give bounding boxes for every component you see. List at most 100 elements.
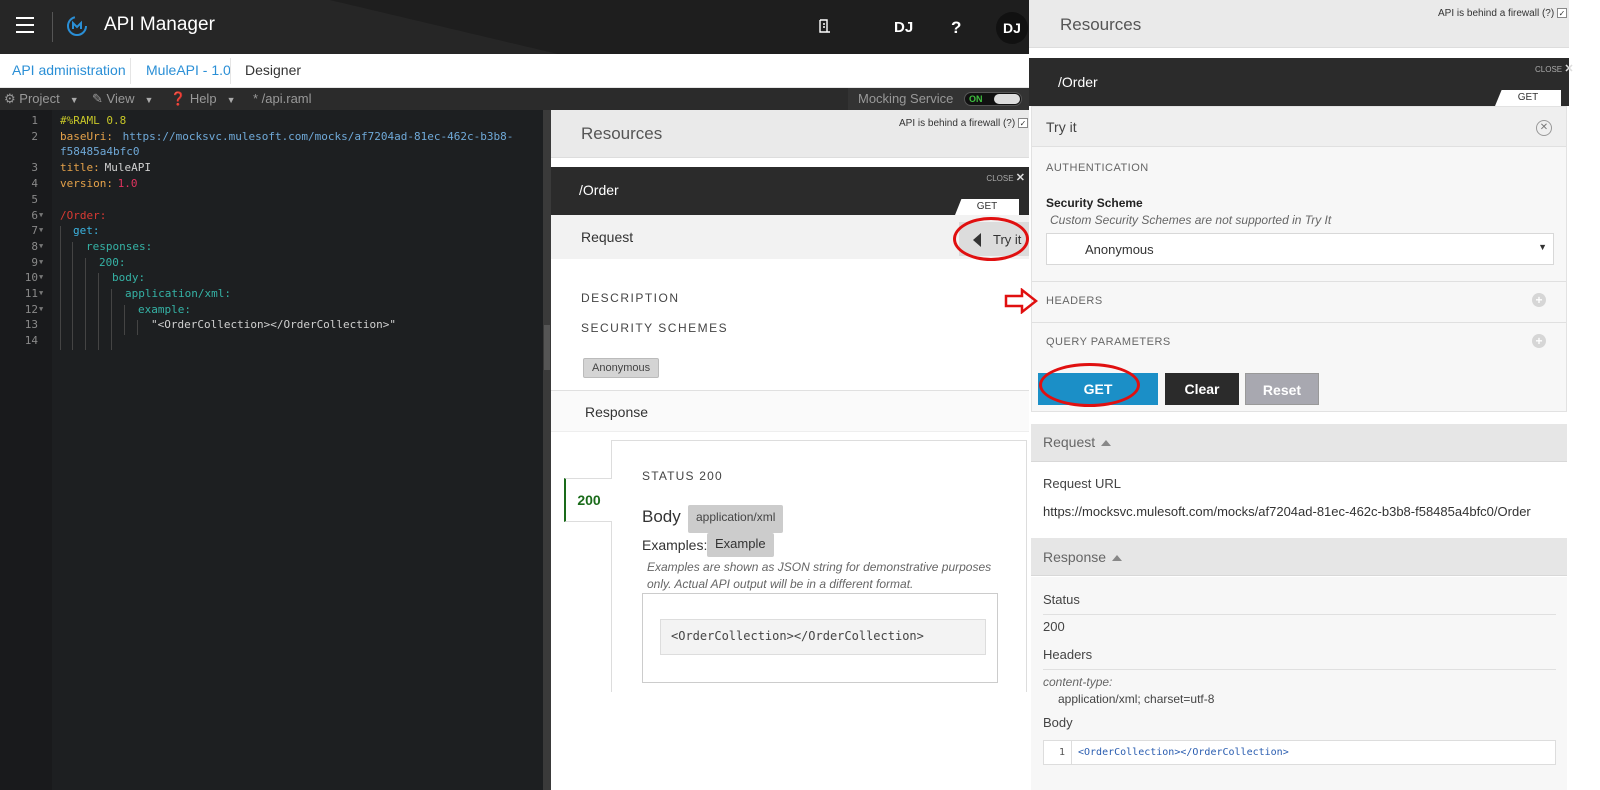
body-type-badge[interactable]: application/xml: [688, 505, 784, 533]
close-icon[interactable]: ✕: [1536, 120, 1552, 136]
code-key: title:: [60, 161, 100, 174]
close-label: CLOSE: [1535, 65, 1563, 74]
code-key: version:: [60, 177, 113, 190]
code-value: f58485a4bfc0: [60, 145, 140, 158]
resources-title: Resources: [1060, 15, 1142, 34]
close-icon: ✕: [1564, 63, 1574, 75]
avatar[interactable]: DJ: [996, 12, 1028, 44]
user-initials[interactable]: DJ: [894, 19, 913, 36]
response-result-heading[interactable]: Response: [1043, 549, 1123, 565]
line-number: 7: [31, 224, 38, 237]
line-number: 12: [24, 303, 38, 316]
try-it-header: Try it ✕: [1032, 107, 1566, 147]
firewall-checkbox[interactable]: ✓: [1556, 8, 1567, 19]
indent-guide: [98, 273, 99, 350]
fold-marker-icon[interactable]: ▼: [39, 305, 43, 313]
security-scheme-select[interactable]: Anonymous ▼: [1046, 233, 1554, 265]
gear-icon: ⚙: [4, 91, 16, 106]
top-bar-accent: [329, 0, 1029, 54]
breadcrumb: API administration MuleAPI - 1.0 Designe…: [0, 54, 1029, 88]
help-menu[interactable]: ❓ Help ▼: [170, 91, 235, 107]
fold-marker-icon[interactable]: ▼: [39, 211, 43, 219]
indent-guide: [137, 320, 138, 335]
reset-button[interactable]: Reset: [1245, 373, 1319, 405]
line-number: 2: [31, 130, 38, 143]
notifications-icon[interactable]: [818, 18, 832, 34]
content-type-value: application/xml; charset=utf-8: [1058, 692, 1215, 706]
security-scheme-badge: Anonymous: [583, 358, 660, 378]
code-value: 1.0: [111, 177, 138, 190]
examples-label: Examples:: [642, 537, 708, 553]
firewall-checkbox[interactable]: ✓: [1017, 118, 1028, 129]
close-icon: ✕: [1015, 172, 1025, 184]
view-menu-label: View: [106, 91, 135, 106]
breadcrumb-api-administration[interactable]: API administration: [12, 62, 126, 78]
code-editor[interactable]: 1 2 3 4 5 6 7 8 9 10 11 12 13 14 ▼ ▼ ▼ ▼…: [0, 110, 543, 790]
authentication-heading: AUTHENTICATION: [1046, 162, 1149, 174]
indent-guide: [124, 305, 125, 335]
close-resource-button[interactable]: CLOSE ✕: [1535, 62, 1574, 75]
divider: [1032, 281, 1566, 282]
line-number: 8: [31, 240, 38, 253]
clear-button[interactable]: Clear: [1165, 373, 1239, 405]
code-line: application/xml:: [125, 287, 231, 300]
fold-marker-icon[interactable]: ▼: [39, 273, 43, 281]
headers-heading[interactable]: HEADERS: [1046, 295, 1103, 307]
splitter-handle[interactable]: [544, 325, 550, 370]
resource-header[interactable]: /Order CLOSE ✕ GET: [551, 167, 1029, 215]
status-value: 200: [1043, 619, 1065, 634]
hamburger-icon[interactable]: [16, 17, 34, 35]
add-query-parameter-icon[interactable]: +: [1532, 334, 1546, 348]
toggle-state: ON: [969, 94, 983, 104]
line-number: 11: [24, 287, 38, 300]
fold-marker-icon[interactable]: ▼: [39, 242, 43, 250]
response-body-code[interactable]: 1 <OrderCollection></OrderCollection>: [1043, 740, 1556, 765]
code-value: MuleAPI: [98, 161, 151, 174]
fold-marker-icon[interactable]: ▼: [39, 289, 43, 297]
fold-marker-icon[interactable]: ▼: [39, 258, 43, 266]
breadcrumb-muleapi[interactable]: MuleAPI - 1.0: [146, 62, 231, 78]
response-section: Response: [551, 390, 1029, 432]
triangle-left-icon: [973, 233, 981, 247]
close-resource-button[interactable]: CLOSE ✕: [986, 171, 1025, 184]
security-schemes-heading: SECURITY SCHEMES: [581, 321, 729, 335]
resource-title: /Order: [1058, 74, 1098, 90]
file-tab[interactable]: * /api.raml: [253, 91, 312, 106]
close-label: CLOSE: [986, 174, 1014, 183]
resource-header[interactable]: [1029, 58, 1569, 106]
security-scheme-label: Security Scheme: [1046, 196, 1143, 210]
method-tab-get[interactable]: GET: [1495, 90, 1561, 106]
line-number: 14: [24, 334, 38, 347]
panel-splitter[interactable]: [543, 110, 551, 790]
query-parameters-heading[interactable]: QUERY PARAMETERS: [1046, 336, 1171, 348]
response-result-label: Response: [1043, 549, 1107, 565]
firewall-help[interactable]: (?): [1003, 118, 1015, 129]
add-header-icon[interactable]: +: [1532, 293, 1546, 307]
request-result-label: Request: [1043, 434, 1096, 450]
mocking-service-toggle[interactable]: ON: [964, 92, 1022, 106]
breadcrumb-separator: [130, 58, 131, 84]
try-it-panel: Try it ✕ AUTHENTICATION Security Scheme …: [1031, 106, 1567, 412]
help-icon[interactable]: ?: [951, 18, 961, 38]
method-tab-get[interactable]: GET: [955, 199, 1019, 215]
help-circle-icon: ❓: [170, 91, 187, 106]
security-scheme-value: Anonymous: [1085, 242, 1154, 257]
mulesoft-logo-icon: [67, 16, 87, 36]
caret-down-icon: ▼: [1538, 242, 1547, 252]
try-it-button[interactable]: Try it: [959, 222, 1029, 256]
status-label: Status: [1043, 592, 1080, 607]
project-menu[interactable]: ⚙ Project ▼: [4, 91, 79, 107]
request-result-heading[interactable]: Request: [1043, 434, 1112, 450]
resources-title: Resources: [581, 124, 663, 143]
collapse-icon: [1112, 555, 1123, 562]
try-it-title: Try it: [1046, 119, 1077, 135]
indent-guide: [72, 242, 73, 350]
example-badge[interactable]: Example: [707, 533, 774, 557]
get-button[interactable]: GET: [1038, 373, 1158, 405]
fold-marker-icon[interactable]: ▼: [39, 226, 43, 234]
request-result-header[interactable]: [1031, 424, 1567, 462]
line-number: 13: [24, 318, 38, 331]
firewall-help[interactable]: (?): [1542, 8, 1554, 19]
status-code-tab[interactable]: 200: [564, 478, 612, 522]
view-menu[interactable]: ✎ View ▼: [92, 91, 153, 107]
